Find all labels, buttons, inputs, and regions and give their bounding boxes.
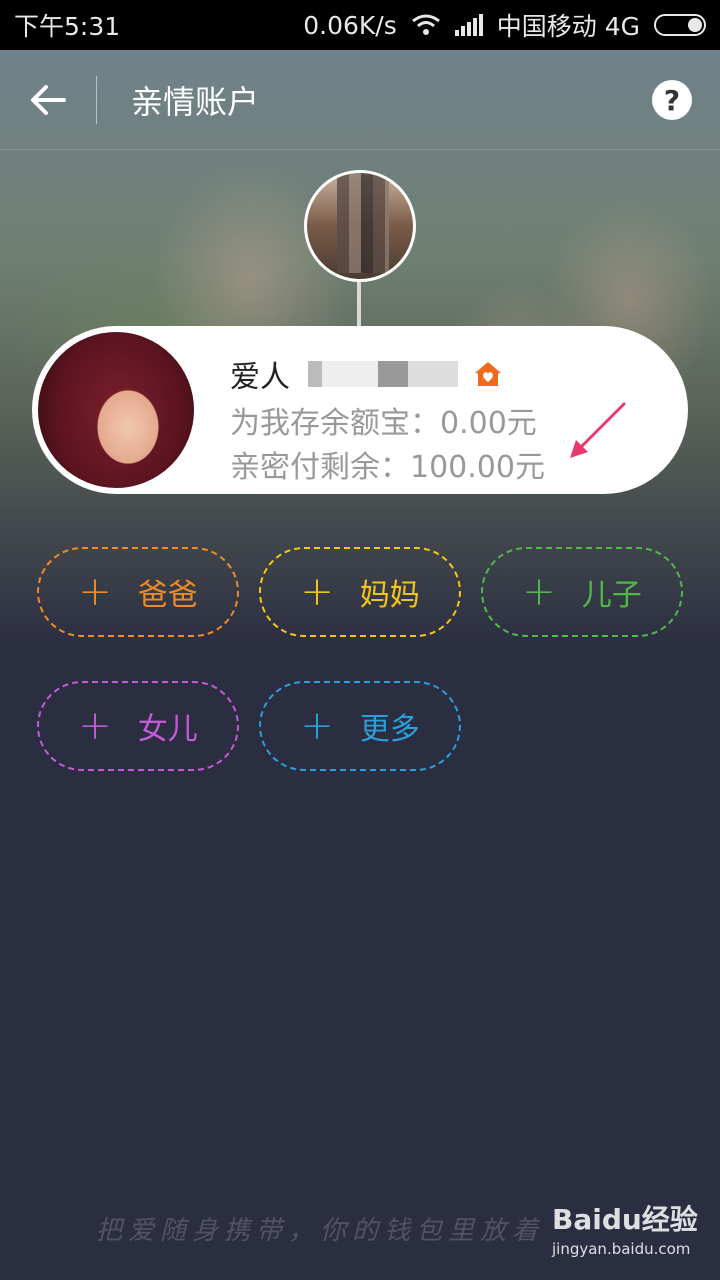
add-more-button[interactable]: + 更多: [259, 681, 461, 771]
add-button-label: 儿子: [581, 578, 642, 613]
add-dad-button[interactable]: + 爸爸: [37, 547, 239, 637]
member-name: 爱人: [230, 360, 290, 395]
plus-icon: +: [78, 703, 112, 749]
help-button[interactable]: ?: [652, 80, 692, 120]
member-avatar: [34, 328, 198, 492]
nav-divider: [96, 75, 97, 124]
signal-icon: [454, 14, 483, 36]
plus-icon: +: [300, 703, 334, 749]
watermark-brand: Baidu经验: [552, 1203, 698, 1236]
page-title: 亲情账户: [131, 82, 260, 121]
nav-bar: 亲情账户 ?: [0, 50, 720, 150]
wifi-icon: [411, 14, 440, 35]
watermark-url: jingyan.baidu.com: [552, 1240, 691, 1258]
add-daughter-button[interactable]: + 女儿: [37, 681, 239, 771]
footer-slogan: 把爱随身携带，你的钱包里放着: [96, 1216, 545, 1246]
plus-icon: +: [300, 569, 334, 615]
status-right-group: 0.06K/s 中国移动 4G: [303, 7, 706, 43]
self-avatar[interactable]: [304, 170, 416, 282]
annotation-arrow-icon: [570, 402, 626, 458]
add-son-button[interactable]: + 儿子: [481, 547, 683, 637]
battery-icon: [654, 14, 706, 36]
plus-icon: +: [78, 569, 112, 615]
add-button-label: 爸爸: [137, 578, 198, 613]
saved-yuebao-text: 为我存余额宝：0.00元: [230, 406, 537, 441]
house-heart-icon: [475, 362, 501, 386]
member-name-row: 爱人: [230, 352, 504, 396]
baidu-watermark: Baidu经验 jingyan.baidu.com: [552, 1198, 698, 1258]
status-time: 下午5:31: [14, 12, 121, 41]
back-arrow-icon: [31, 84, 66, 115]
avatar-connector-line: [357, 282, 361, 330]
back-button[interactable]: [0, 50, 96, 150]
masked-account: [298, 361, 458, 387]
carrier-label: 中国移动 4G: [496, 12, 640, 41]
plus-icon: +: [522, 569, 556, 615]
avatar-mosaic: [337, 173, 389, 273]
network-speed: 0.06K/s: [303, 10, 397, 40]
add-mom-button[interactable]: + 妈妈: [259, 547, 461, 637]
intimate-pay-remaining-text: 亲密付剩余：100.00元: [230, 450, 545, 485]
add-button-label: 更多: [359, 712, 420, 747]
add-button-label: 妈妈: [359, 578, 420, 613]
add-button-label: 女儿: [137, 712, 198, 747]
status-bar: 下午5:31 0.06K/s 中国移动 4G: [0, 0, 720, 50]
help-icon: ?: [663, 83, 681, 117]
